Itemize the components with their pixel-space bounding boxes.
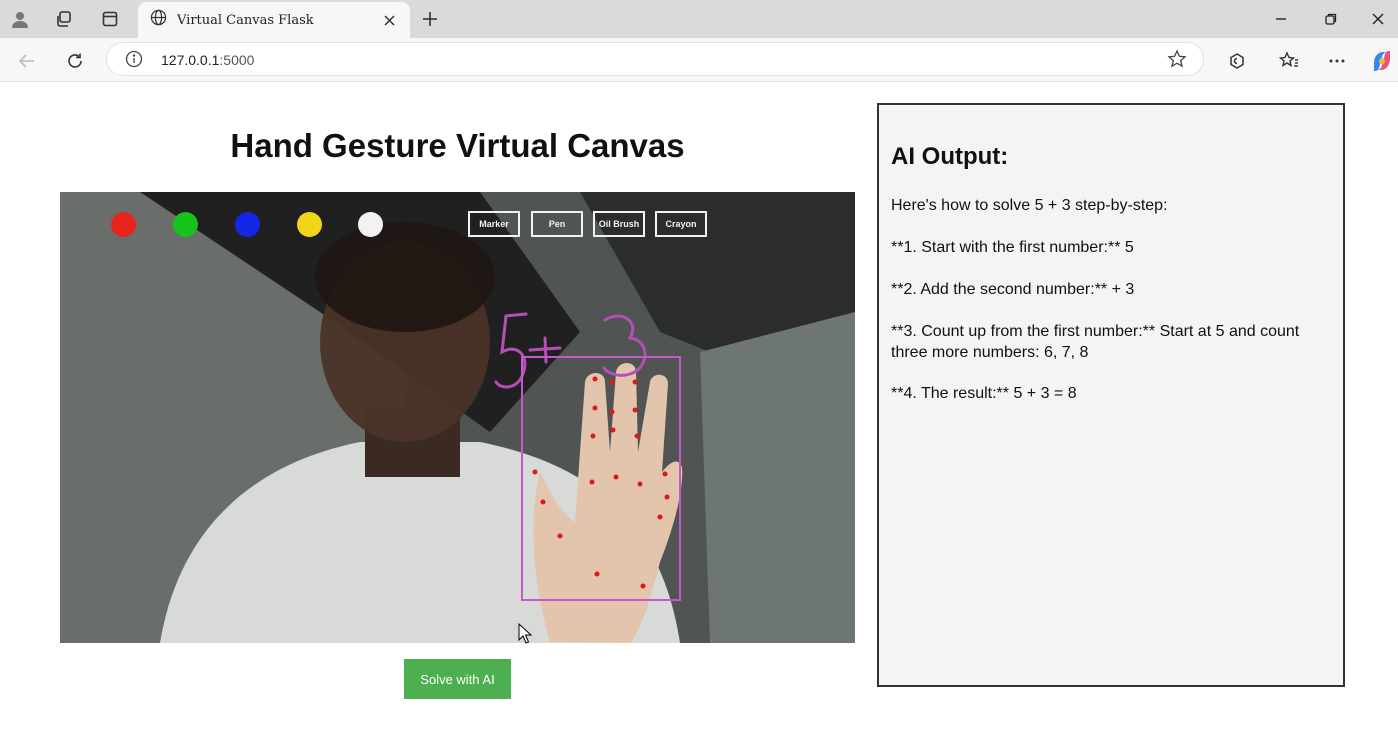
solve-with-ai-button[interactable]: Solve with AI bbox=[404, 659, 511, 699]
color-white-button[interactable] bbox=[358, 212, 383, 237]
ai-output-heading: AI Output: bbox=[891, 143, 1009, 170]
restore-icon[interactable] bbox=[1318, 6, 1344, 32]
webcam-canvas[interactable] bbox=[60, 192, 855, 643]
tab-actions-icon[interactable] bbox=[99, 8, 121, 30]
page-title: Hand Gesture Virtual Canvas bbox=[230, 127, 685, 164]
color-blue-button[interactable] bbox=[235, 212, 260, 237]
ai-output-step-4: **4. The result:** 5 + 3 = 8 bbox=[891, 385, 1077, 402]
browser-tab[interactable]: Virtual Canvas Flask bbox=[138, 2, 410, 38]
workspaces-icon[interactable] bbox=[53, 8, 75, 30]
profile-icon[interactable] bbox=[9, 8, 31, 30]
color-green-button[interactable] bbox=[173, 212, 198, 237]
more-options-icon[interactable] bbox=[1324, 48, 1350, 74]
color-red-button[interactable] bbox=[111, 212, 136, 237]
background-right-wall bbox=[700, 312, 855, 643]
address-bar[interactable]: 127.0.0.1:5000 bbox=[106, 42, 1204, 76]
close-window-icon[interactable] bbox=[1365, 6, 1391, 32]
ai-output-step-2: **2. Add the second number:** + 3 bbox=[891, 281, 1135, 298]
brush-oil-button[interactable]: Oil Brush bbox=[593, 211, 645, 237]
minimize-icon[interactable] bbox=[1268, 6, 1294, 32]
copilot-icon[interactable] bbox=[1369, 48, 1395, 74]
site-info-icon[interactable] bbox=[125, 50, 143, 73]
extensions-icon[interactable] bbox=[1224, 48, 1250, 74]
favorite-star-icon[interactable] bbox=[1167, 49, 1187, 74]
ai-output-intro: Here's how to solve 5 + 3 step-by-step: bbox=[891, 197, 1168, 214]
close-tab-icon[interactable] bbox=[380, 11, 398, 29]
ai-output-step-3: **3. Count up from the first number:** S… bbox=[891, 323, 1300, 361]
brush-pen-button[interactable]: Pen bbox=[531, 211, 583, 237]
favorites-icon[interactable] bbox=[1276, 48, 1302, 74]
person-hair bbox=[315, 222, 495, 332]
back-icon[interactable] bbox=[14, 48, 40, 74]
color-yellow-button[interactable] bbox=[297, 212, 322, 237]
tab-title: Virtual Canvas Flask bbox=[177, 12, 314, 28]
brush-crayon-button[interactable]: Crayon bbox=[655, 211, 707, 237]
browser-toolbar: 127.0.0.1:5000 bbox=[0, 38, 1398, 82]
browser-titlebar: Virtual Canvas Flask bbox=[0, 0, 1398, 38]
globe-icon bbox=[150, 9, 167, 31]
brush-marker-button[interactable]: Marker bbox=[468, 211, 520, 237]
ai-output-step-1: **1. Start with the first number:** 5 bbox=[891, 239, 1134, 256]
mouse-cursor-icon bbox=[518, 622, 533, 650]
refresh-icon[interactable] bbox=[62, 48, 88, 74]
new-tab-icon[interactable] bbox=[418, 7, 442, 31]
url-text: 127.0.0.1:5000 bbox=[161, 52, 255, 68]
ai-output-panel: AI Output: Here's how to solve 5 + 3 ste… bbox=[877, 103, 1345, 687]
